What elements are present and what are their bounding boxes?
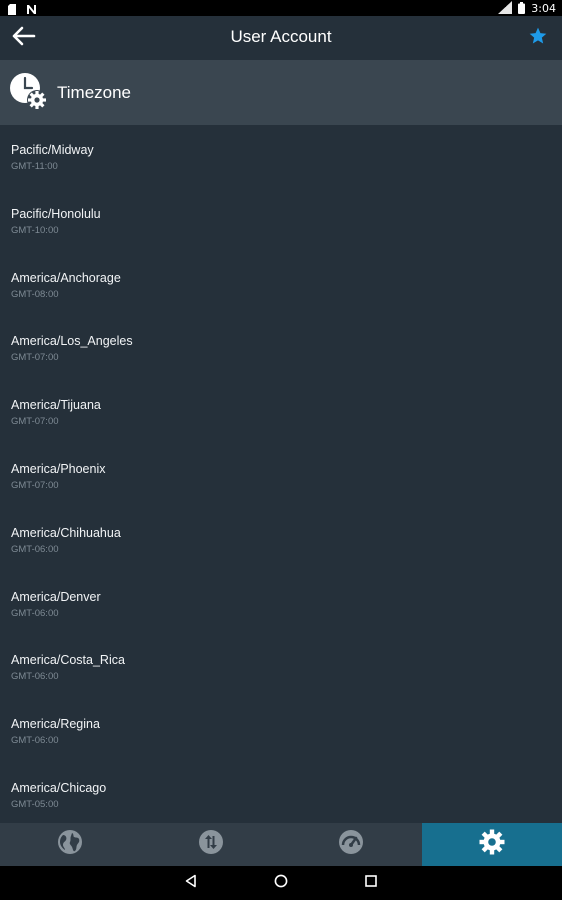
recents-square-icon xyxy=(365,874,377,892)
page-title: User Account xyxy=(230,27,332,46)
star-icon xyxy=(528,26,548,51)
lte-signal-icon: LTE xyxy=(498,1,513,17)
timezone-offset: GMT-11:00 xyxy=(11,161,58,172)
timezone-section-header: Timezone xyxy=(0,60,562,125)
timezone-item[interactable]: America/Phoenix GMT-07:00 xyxy=(0,444,562,508)
speedometer-icon xyxy=(338,829,364,860)
bottom-tab-bar xyxy=(0,823,562,866)
timezone-name: America/Los_Angeles xyxy=(11,334,133,349)
timezone-name: America/Anchorage xyxy=(11,270,121,285)
back-button[interactable] xyxy=(10,25,38,51)
timezone-item[interactable]: America/Denver GMT-06:00 xyxy=(0,572,562,636)
timezone-offset: GMT-05:00 xyxy=(11,798,59,810)
timezone-offset: GMT-08:00 xyxy=(11,288,59,300)
timezone-name: America/Chihuahua xyxy=(11,525,121,540)
battery-icon xyxy=(518,1,526,17)
status-bar: LTE 3:04 xyxy=(0,0,562,16)
timezone-offset: GMT-07:00 xyxy=(11,352,59,364)
nav-recents-button[interactable] xyxy=(326,866,416,900)
timezone-item[interactable]: America/Los_Angeles GMT-07:00 xyxy=(0,316,562,380)
timezone-item[interactable]: Pacific/Midway GMT-11:00 xyxy=(0,125,562,189)
status-time: 3:04 xyxy=(531,2,556,15)
timezone-offset: GMT-06:00 xyxy=(11,735,59,747)
back-triangle-icon xyxy=(184,874,198,893)
timezone-name: America/Chicago xyxy=(11,780,107,795)
timezone-item[interactable]: America/Tijuana GMT-07:00 xyxy=(0,380,562,444)
timezone-name: America/Tijuana xyxy=(11,398,101,413)
timezone-offset: GMT-10:00 xyxy=(11,224,59,236)
gear-icon xyxy=(479,829,505,860)
section-title: Timezone xyxy=(57,83,132,102)
globe-icon xyxy=(57,829,83,860)
timezone-item[interactable]: America/Chicago GMT-05:00 xyxy=(0,763,562,823)
tab-settings[interactable] xyxy=(421,823,562,866)
timezone-name: America/Costa_Rica xyxy=(11,653,125,668)
timezone-name: Pacific/Honolulu xyxy=(11,206,101,221)
system-nav-bar xyxy=(0,866,562,900)
svg-text:LTE: LTE xyxy=(498,3,506,9)
arrow-left-icon xyxy=(12,26,36,51)
nav-home-button[interactable] xyxy=(236,866,326,900)
tab-speedometer[interactable] xyxy=(281,823,422,866)
home-circle-icon xyxy=(274,874,288,893)
timezone-item[interactable]: America/Costa_Rica GMT-06:00 xyxy=(0,635,562,699)
clock-gear-icon xyxy=(9,72,49,112)
timezone-offset: GMT-07:00 xyxy=(11,416,59,428)
nav-back-button[interactable] xyxy=(146,866,236,900)
timezone-offset: GMT-06:00 xyxy=(11,543,59,555)
timezone-offset: GMT-06:00 xyxy=(11,607,59,619)
transfer-arrows-icon xyxy=(198,829,224,860)
timezone-name: America/Denver xyxy=(11,589,101,604)
timezone-item[interactable]: America/Chihuahua GMT-06:00 xyxy=(0,508,562,572)
favorite-button[interactable] xyxy=(526,26,550,50)
timezone-name: America/Phoenix xyxy=(11,461,106,476)
timezone-offset: GMT-07:00 xyxy=(11,479,59,491)
timezone-item[interactable]: America/Regina GMT-06:00 xyxy=(0,699,562,763)
timezone-item[interactable]: America/Anchorage GMT-08:00 xyxy=(0,253,562,317)
timezone-name: Pacific/Midway xyxy=(11,143,94,157)
tab-globe[interactable] xyxy=(0,823,141,866)
timezone-offset: GMT-06:00 xyxy=(11,671,59,683)
timezone-name: America/Regina xyxy=(11,717,100,732)
timezone-item[interactable]: Pacific/Honolulu GMT-10:00 xyxy=(0,189,562,253)
tab-transfer[interactable] xyxy=(141,823,282,866)
timezone-list[interactable]: Pacific/Midway GMT-11:00 Pacific/Honolul… xyxy=(0,125,562,823)
status-right-icons: LTE 3:04 xyxy=(498,1,556,17)
app-bar: User Account xyxy=(0,16,562,60)
